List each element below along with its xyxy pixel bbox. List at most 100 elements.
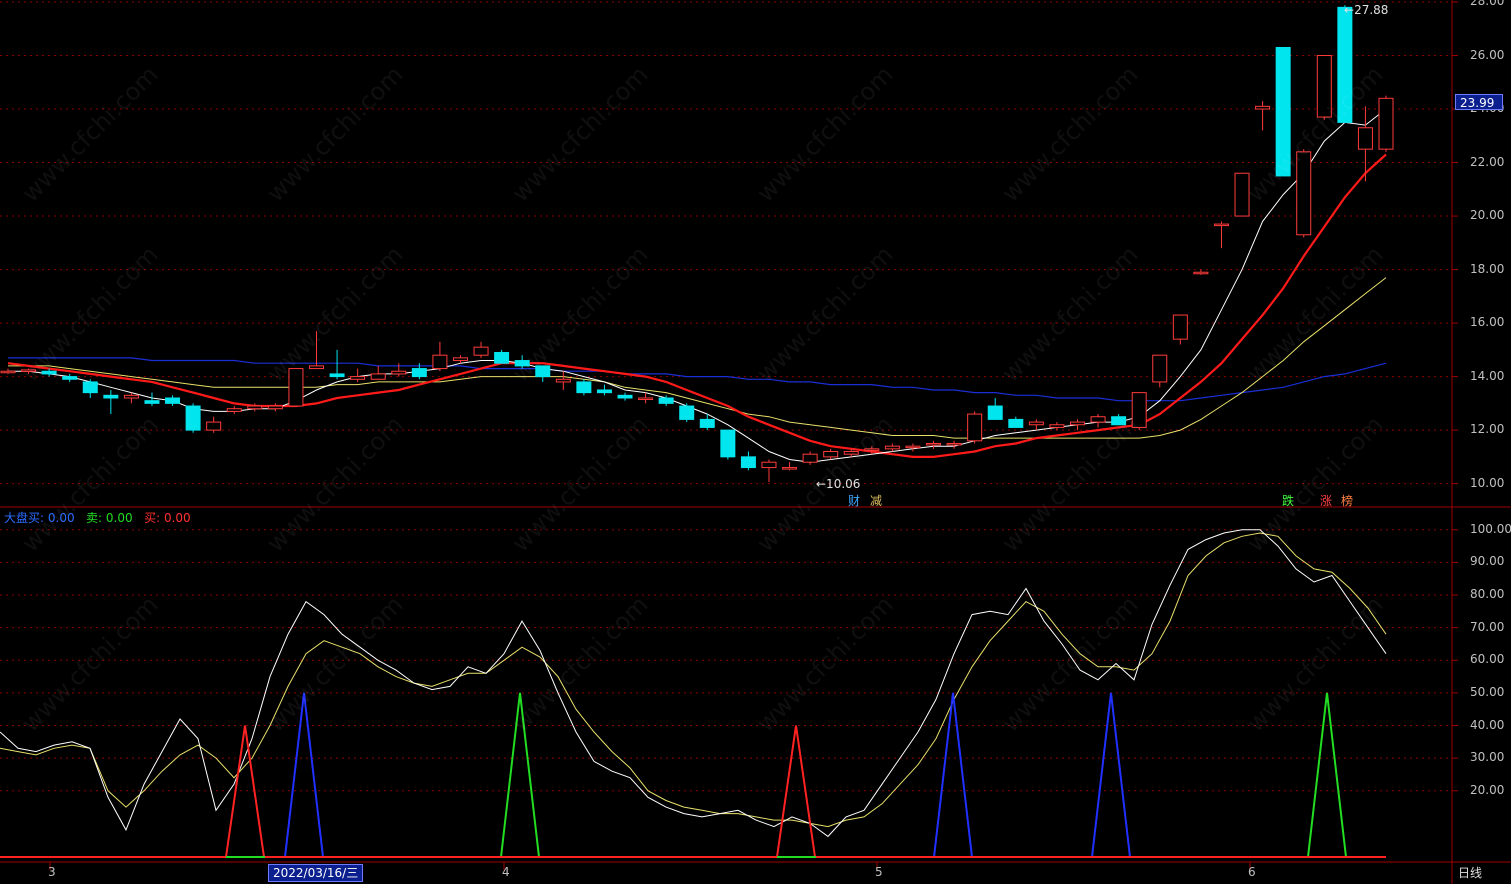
candle-body	[699, 418, 715, 428]
candle-body	[103, 394, 119, 399]
candle-body	[638, 397, 654, 400]
legend-sell-value: 0.00	[105, 511, 133, 525]
candle-body	[144, 400, 160, 404]
candle	[0, 368, 16, 374]
candle-body	[329, 373, 345, 378]
candle-body	[82, 381, 98, 394]
candle-body	[123, 394, 139, 399]
candle-body	[967, 413, 983, 442]
candle	[165, 395, 181, 407]
price-axis-label: 22.00	[1470, 154, 1505, 169]
price-axis-label: 18.00	[1470, 261, 1505, 276]
candle-body	[740, 456, 756, 469]
market-buy-signal	[1091, 692, 1131, 858]
candle-body	[0, 370, 16, 374]
candle-body	[309, 365, 325, 370]
candle-body	[1090, 416, 1106, 423]
candle	[144, 392, 160, 407]
candle	[1069, 419, 1085, 431]
candle-body	[1193, 271, 1209, 275]
indicator-axis-label: 30.00	[1470, 750, 1505, 765]
event-tag-finance[interactable]: 财	[848, 492, 860, 509]
sell-signal	[1307, 692, 1347, 858]
date-tick-6: 6	[1248, 865, 1256, 879]
candle-body	[1357, 127, 1373, 150]
candle-body	[165, 397, 181, 404]
candle	[1378, 95, 1394, 152]
candle-body	[432, 354, 448, 370]
candle	[905, 443, 921, 452]
stock-chart	[0, 0, 1511, 884]
event-tag-drop[interactable]: 跌	[1282, 492, 1294, 509]
legend-buy-label: 买:	[144, 511, 161, 525]
price-axis-label: 28.00	[1470, 0, 1505, 8]
candle-body	[1378, 97, 1394, 150]
candle	[82, 379, 98, 398]
event-tag-rank[interactable]: 榜	[1341, 492, 1353, 509]
candle	[967, 411, 983, 444]
candle-body	[1255, 105, 1271, 110]
event-tag-reduce[interactable]: 减	[870, 492, 882, 509]
candle	[62, 373, 78, 382]
candle	[1049, 422, 1065, 431]
buy-signal	[776, 725, 816, 858]
candle-body	[391, 370, 407, 375]
indicator-axis-label: 50.00	[1470, 684, 1505, 699]
candle	[185, 403, 201, 433]
candle	[1028, 419, 1044, 431]
candle-body	[185, 405, 201, 431]
high-price-marker: ←27.88	[1344, 3, 1389, 17]
legend-buy-value: 0.00	[163, 511, 191, 525]
indicator-axis-label: 80.00	[1470, 587, 1505, 602]
candle	[926, 440, 942, 449]
candle	[679, 403, 695, 423]
price-axis-label: 16.00	[1470, 315, 1505, 330]
legend-sell-label: 卖:	[86, 511, 103, 525]
candle	[884, 443, 900, 452]
candle-body	[494, 352, 510, 364]
candle	[226, 406, 242, 415]
candle	[761, 459, 777, 483]
date-tick-4: 4	[502, 865, 510, 879]
candle-body	[1234, 172, 1250, 217]
candle	[370, 365, 386, 380]
candle-body	[411, 368, 427, 378]
cursor-date-box: 2022/03/16/三	[268, 864, 364, 882]
candle-body	[1213, 223, 1229, 227]
candle-body	[62, 376, 78, 380]
candle-body	[555, 378, 571, 383]
candle-body	[350, 376, 366, 380]
candle	[329, 349, 345, 380]
candle-body	[1028, 421, 1044, 426]
period-selector[interactable]: 日线	[1458, 864, 1506, 882]
candle	[452, 355, 468, 364]
candle-body	[1069, 421, 1085, 426]
candle-body	[452, 357, 468, 362]
candle-body	[658, 397, 674, 404]
high-price-value: 27.88	[1354, 3, 1389, 17]
low-price-marker: ←10.06	[816, 477, 861, 491]
candle	[1213, 221, 1229, 249]
indicator-yellow-line	[0, 532, 1387, 828]
price-axis-label: 20.00	[1470, 208, 1505, 223]
candle-body	[761, 461, 777, 469]
candle-body	[473, 346, 489, 356]
candle-body	[926, 442, 942, 446]
indicator-axis-label: 70.00	[1470, 619, 1505, 634]
candle-body	[206, 421, 222, 431]
price-axis-label: 10.00	[1470, 475, 1505, 490]
candle	[987, 398, 1003, 420]
candle-body	[884, 445, 900, 450]
indicator-legend: 大盘买: 0.00 卖: 0.00 买: 0.00	[4, 509, 191, 526]
candle-body	[905, 445, 921, 449]
candle	[1152, 354, 1168, 388]
candle	[1193, 269, 1209, 275]
indicator-axis-label: 90.00	[1470, 554, 1505, 569]
event-tag-rise[interactable]: 涨	[1320, 492, 1332, 509]
price-axis-label: 14.00	[1470, 368, 1505, 383]
grid-lines	[0, 1, 1452, 792]
candle	[576, 379, 592, 396]
candle	[740, 451, 756, 471]
candle-body	[679, 405, 695, 420]
candle	[802, 451, 818, 465]
